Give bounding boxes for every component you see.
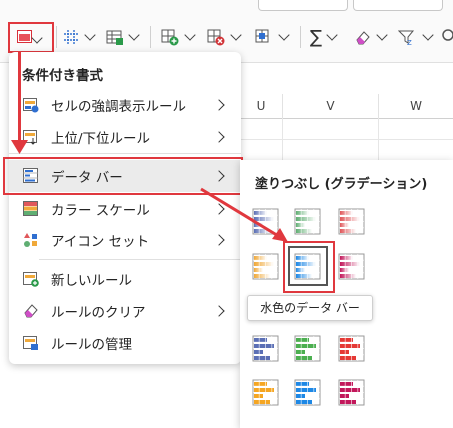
grid-line <box>240 139 453 140</box>
top-button-2[interactable] <box>353 0 443 11</box>
icon-set-icon <box>24 233 37 247</box>
format-cells-icon <box>255 29 269 43</box>
clear-button[interactable] <box>354 24 388 50</box>
arrow-line <box>18 51 21 146</box>
chevron-down-icon <box>422 29 434 41</box>
gradient-data-bar-tile-3[interactable] <box>252 253 280 281</box>
menu-item-label: アイコン セット <box>51 234 150 250</box>
sort-filter-icon: Z <box>398 30 415 46</box>
chevron-down-icon <box>84 29 96 41</box>
color-scale-icon <box>23 201 38 216</box>
gradient-data-bar-tile-2[interactable] <box>338 208 366 236</box>
gradient-data-bar-tile-5[interactable] <box>338 253 366 281</box>
menu-divider <box>9 153 241 154</box>
column-header-u[interactable]: U <box>240 94 283 118</box>
format-cells-button[interactable] <box>254 24 290 50</box>
chevron-down-icon <box>31 32 43 44</box>
format-as-table-button[interactable] <box>106 24 140 50</box>
conditional-format-button[interactable] <box>8 22 54 53</box>
gradient-data-bar-tile-1[interactable] <box>294 208 322 236</box>
insert-cells-button[interactable] <box>160 24 196 50</box>
arrow-to-gallery <box>200 187 288 242</box>
toolbar-separator <box>56 26 57 48</box>
solid-data-bar-tile-5[interactable] <box>338 379 366 407</box>
menu-item-clear-rules[interactable]: ルールのクリア <box>9 296 241 326</box>
chevron-down-icon <box>230 29 242 41</box>
menu-item-label: ルールのクリア <box>51 305 146 321</box>
delete-cells-icon <box>207 29 225 46</box>
solid-data-bar-tile-3[interactable] <box>252 379 280 407</box>
borders-icon <box>64 30 78 44</box>
chevron-down-icon <box>376 29 388 41</box>
menu-header: 条件付き書式 <box>22 68 103 84</box>
menu-item-top-bottom[interactable]: 上位/下位ルール <box>9 122 241 152</box>
solid-data-bar-tile-0[interactable] <box>252 335 280 363</box>
insert-cells-icon <box>161 29 179 46</box>
chevron-down-icon <box>184 29 196 41</box>
chevron-right-icon <box>213 131 225 143</box>
menu-item-label: 上位/下位ルール <box>51 131 151 147</box>
menu-item-manage-rules[interactable]: ルールの管理 <box>9 328 241 358</box>
sort-filter-button[interactable]: Z <box>398 24 434 50</box>
solid-data-bar-tile-1[interactable] <box>294 335 322 363</box>
find-button[interactable] <box>440 24 453 50</box>
chevron-down-icon <box>278 29 290 41</box>
column-header-v[interactable]: V <box>283 94 379 118</box>
format-table-icon <box>106 30 123 45</box>
menu-item-new-rule[interactable]: 新しいルール <box>9 264 241 294</box>
eraser-icon <box>24 304 38 318</box>
chevron-right-icon <box>213 99 225 111</box>
tooltip: 水色のデータ バー <box>247 295 373 321</box>
toolbar-separator <box>300 26 301 48</box>
new-rule-icon <box>23 272 39 287</box>
solid-data-bar-tile-2[interactable] <box>338 335 366 363</box>
menu-item-label: セルの強調表示ルール <box>51 99 186 115</box>
chevron-down-icon <box>128 29 140 41</box>
menu-item-label: 新しいルール <box>51 273 132 289</box>
search-icon <box>442 29 453 41</box>
svg-text:Z: Z <box>407 39 412 46</box>
highlight-box-selected-style <box>283 241 335 293</box>
highlight-rules-icon <box>23 98 39 113</box>
toolbar-separator <box>150 26 151 48</box>
sum-icon: ∑ <box>310 26 323 48</box>
chevron-right-icon <box>213 305 225 317</box>
top-button-1[interactable] <box>258 0 348 11</box>
menu-item-label: カラー スケール <box>51 203 150 219</box>
menu-divider <box>39 259 241 260</box>
menu-item-label: ルールの管理 <box>51 337 132 353</box>
menu-item-highlight-rules[interactable]: セルの強調表示ルール <box>9 90 241 120</box>
chevron-down-icon <box>326 29 338 41</box>
eraser-icon <box>356 31 370 45</box>
arrow-head-icon <box>11 140 28 154</box>
solid-data-bar-tile-4[interactable] <box>294 379 322 407</box>
header-border <box>240 118 453 119</box>
column-header-w[interactable]: W <box>379 94 453 118</box>
autosum-button[interactable]: ∑ <box>310 24 338 50</box>
manage-rules-icon <box>23 336 38 350</box>
borders-button[interactable] <box>62 24 96 50</box>
delete-cells-button[interactable] <box>206 24 242 50</box>
